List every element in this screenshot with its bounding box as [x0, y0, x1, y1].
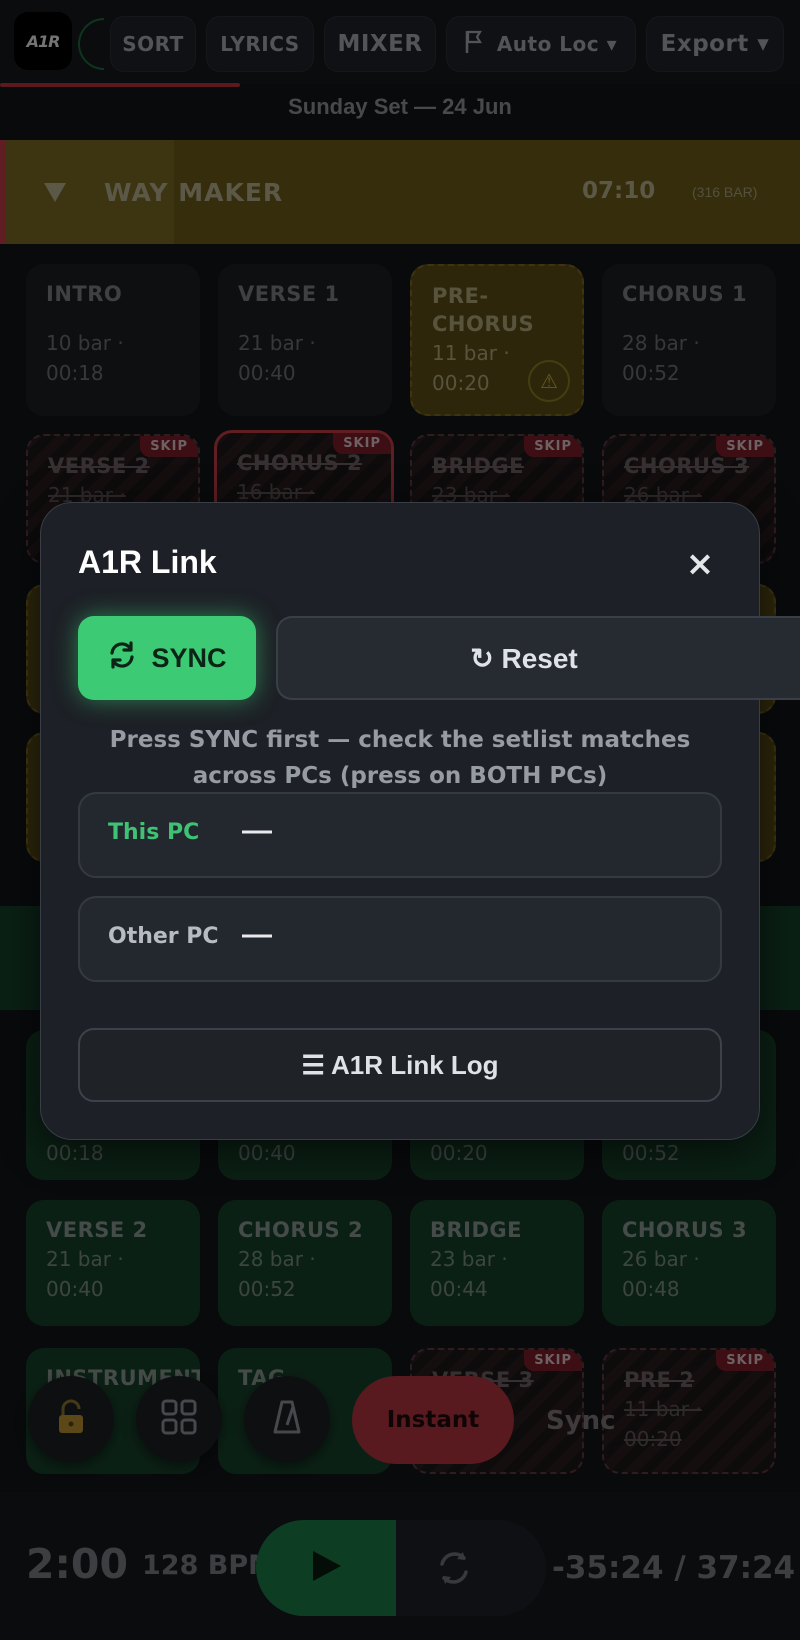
link-log-button[interactable]: ☰ A1R Link Log — [78, 1028, 722, 1102]
sync-instructions: Press SYNC first — check the setlist mat… — [109, 727, 691, 789]
reset-button[interactable]: ↻ Reset — [276, 616, 800, 700]
close-icon[interactable]: × — [680, 544, 720, 584]
sync-button[interactable]: SYNC — [78, 616, 256, 700]
other-pc-label: Other PC — [108, 924, 219, 949]
this-pc-value: — — [242, 814, 272, 847]
sync-label: SYNC — [151, 642, 227, 673]
other-pc-row: Other PC — — [78, 896, 722, 982]
other-pc-value: — — [242, 918, 272, 951]
this-pc-label: This PC — [108, 820, 200, 845]
this-pc-row: This PC — — [78, 792, 722, 878]
dialog-title: A1R Link — [78, 544, 217, 580]
sync-icon — [107, 640, 137, 677]
